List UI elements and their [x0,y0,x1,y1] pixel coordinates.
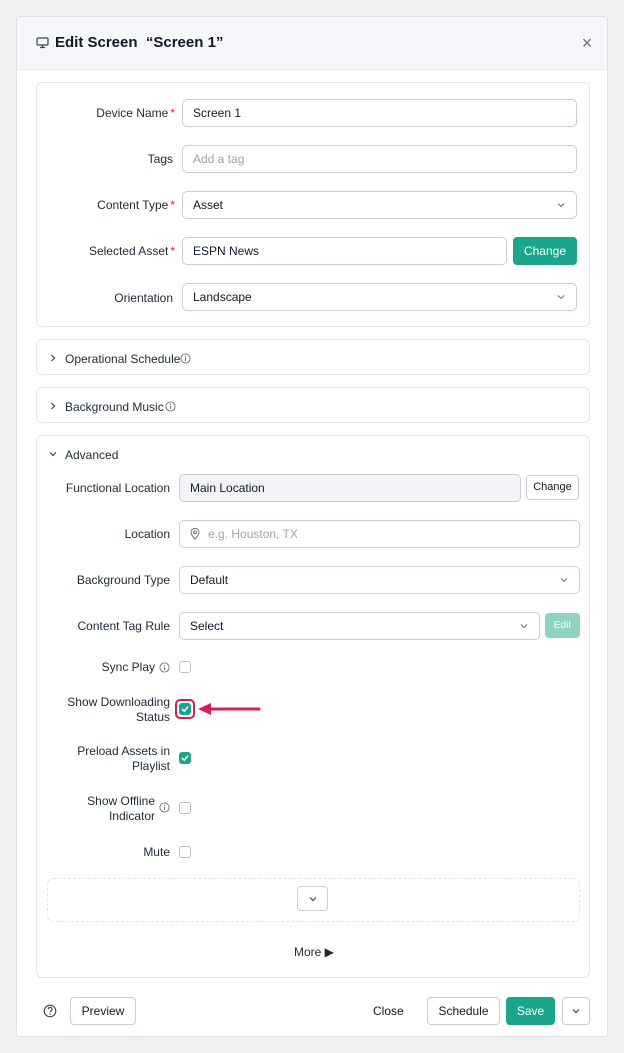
content-type-select[interactable]: Asset [182,191,577,219]
content-tag-rule-value: Select [190,619,224,633]
chevron-down-icon [572,1009,580,1014]
info-icon [159,802,170,813]
device-name-input[interactable]: Screen 1 [182,99,577,127]
save-button[interactable]: Save [506,997,555,1025]
schedule-button[interactable]: Schedule [427,997,500,1025]
advanced-title[interactable]: Advanced [65,448,118,462]
info-icon [180,353,191,364]
background-music-section[interactable]: Background Music [36,387,590,423]
preload-assets-label: Preload Assets in Playlist [77,744,170,773]
location-input[interactable]: e.g. Houston, TX [179,520,580,548]
advanced-section: Advanced Functional Location Main Locati… [36,435,590,978]
close-button[interactable]: Close [373,1004,404,1018]
tags-input[interactable]: Add a tag [182,145,577,173]
preview-button[interactable]: Preview [70,997,136,1025]
functional-location-label: Functional Location [65,481,170,495]
sync-play-checkbox[interactable] [179,661,191,673]
edit-screen-modal: Edit Screen “Screen 1” × Device Name * Sc… [16,16,608,1037]
background-type-select[interactable]: Default [179,566,580,594]
info-icon [165,401,176,412]
expand-more-button[interactable] [297,886,328,911]
content-type-value: Asset [193,198,224,212]
operational-schedule-section[interactable]: Operational Schedule [36,339,590,375]
background-music-title: Background Music [65,400,164,414]
mute-label: Mute [143,845,170,859]
help-circle-icon[interactable] [43,1004,57,1018]
show-offline-checkbox[interactable] [179,802,191,814]
show-offline-label: Show Offline Indicator [87,794,155,823]
show-downloading-checkbox[interactable] [179,703,191,715]
chevron-right-icon [51,402,56,410]
orientation-label: Orientation [114,291,173,305]
content-tag-rule-label: Content Tag Rule [77,619,170,633]
content-type-label: Content Type * [97,198,175,212]
content-tag-rule-select[interactable]: Select [179,612,540,640]
more-link[interactable]: More ▶ [294,945,334,959]
selected-asset-label: Selected Asset * [88,244,175,258]
chevron-down-icon [557,295,565,300]
change-asset-button[interactable]: Change [513,237,577,265]
background-type-label: Background Type [76,573,170,587]
preload-assets-checkbox[interactable] [179,752,191,764]
chevron-down-icon [557,203,565,208]
background-type-value: Default [190,573,229,587]
chevron-down-icon [560,578,568,583]
device-name-label: Device Name * [96,106,175,120]
sync-play-label: Sync Play [101,660,155,674]
modal-title: Edit Screen “Screen 1” [55,34,224,51]
close-icon[interactable]: × [579,34,595,52]
checkmark-icon [181,706,189,713]
info-icon [159,662,170,673]
save-options-button[interactable] [562,997,590,1025]
basic-settings-card: Device Name * Screen 1 Tags Add a tag Con… [36,82,590,327]
modal-header: Edit Screen “Screen 1” × [17,17,607,70]
checkmark-icon [181,755,189,762]
monitor-icon [36,37,49,49]
selected-asset-input[interactable]: ESPN News [182,237,507,265]
edit-tag-rule-button[interactable]: Edit [545,613,580,638]
functional-location-input: Main Location [179,474,521,502]
show-downloading-label: Show Downloading Status [67,695,170,724]
map-pin-icon [190,528,200,540]
mute-checkbox[interactable] [179,846,191,858]
arrow-left-icon [198,703,261,715]
orientation-select[interactable]: Landscape [182,283,577,311]
orientation-value: Landscape [193,290,252,304]
chevron-down-icon [520,624,528,629]
location-placeholder: e.g. Houston, TX [208,527,298,541]
operational-schedule-title: Operational Schedule [65,352,181,366]
tags-label: Tags [147,152,173,166]
functional-location-change-button[interactable]: Change [526,475,579,500]
location-label: Location [124,527,170,541]
chevron-down-icon [309,897,317,902]
chevron-right-icon [51,354,56,362]
chevron-down-icon[interactable] [49,450,57,458]
